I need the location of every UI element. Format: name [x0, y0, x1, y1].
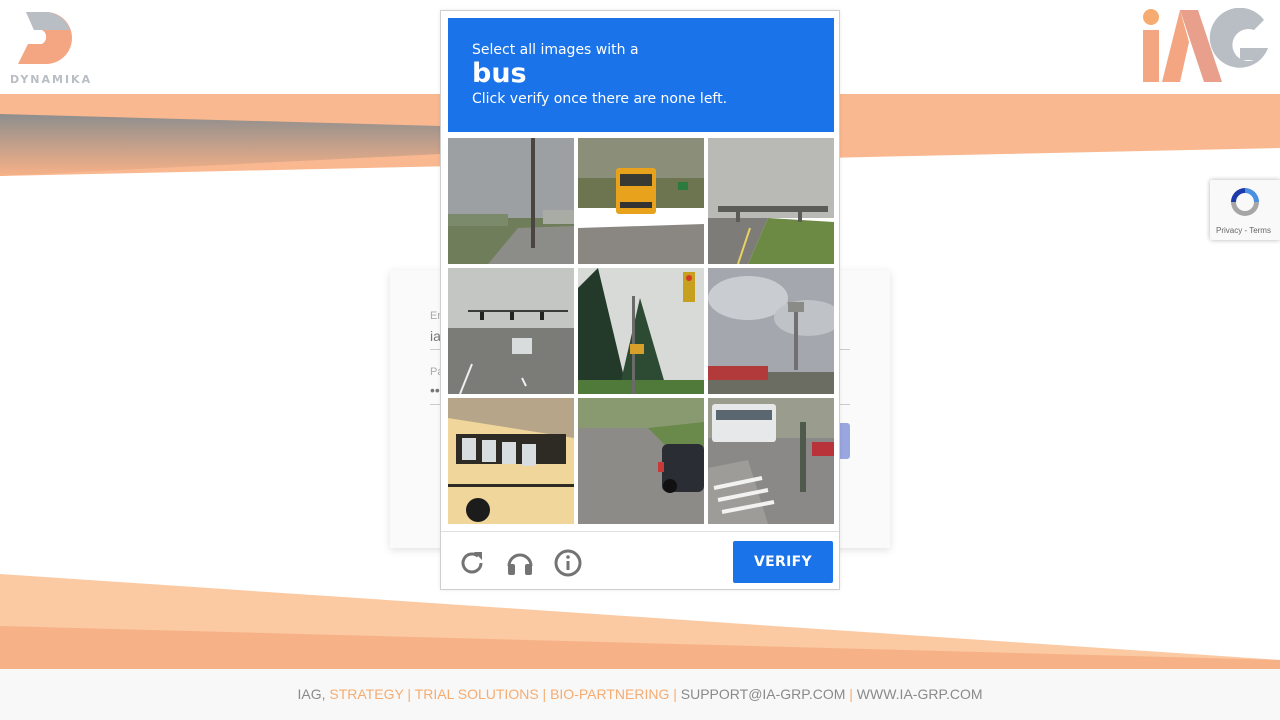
reload-icon[interactable] [457, 548, 487, 578]
captcha-tile-9[interactable] [708, 398, 834, 524]
captcha-tile-4[interactable] [448, 268, 574, 394]
pine-trees-signal-image [578, 268, 704, 394]
captcha-tile-7[interactable] [448, 398, 574, 524]
recaptcha-logo-icon [1231, 188, 1259, 216]
footer-company: IAG, [297, 686, 330, 702]
dynamika-logo-icon [18, 12, 72, 64]
captcha-tile-3[interactable] [708, 138, 834, 264]
gas-station-image [708, 268, 834, 394]
footer-website[interactable]: WWW.IA-GRP.COM [853, 686, 983, 702]
instruction-line2: Click verify once there are none left. [472, 91, 728, 107]
captcha-tile-2[interactable] [578, 138, 704, 264]
instruction-line1: Select all images with a [472, 42, 639, 58]
iag-logo-icon [1143, 7, 1268, 82]
school-bus-side-image [448, 398, 574, 524]
captcha-tile-6[interactable] [708, 268, 834, 394]
info-icon[interactable] [553, 548, 583, 578]
captcha-controls: VERIFY [441, 531, 839, 590]
dynamika-logo[interactable]: DYNAMIKA [8, 10, 90, 86]
captcha-tile-5[interactable] [578, 268, 704, 394]
road-pole-image [448, 138, 574, 264]
captcha-instructions: Select all images with a bus Click verif… [448, 18, 834, 132]
street-car-image [578, 398, 704, 524]
privacy-terms-link[interactable]: Privacy - Terms [1216, 226, 1271, 235]
dynamika-brand-text: DYNAMIKA [10, 73, 93, 86]
recaptcha-badge[interactable]: Privacy - Terms [1210, 180, 1280, 240]
audio-challenge-icon[interactable] [505, 548, 535, 578]
verify-button[interactable]: VERIFY [733, 541, 833, 583]
captcha-tile-1[interactable] [448, 138, 574, 264]
site-footer: IAG, STRATEGY | TRIAL SOLUTIONS | BIO-PA… [0, 669, 1280, 720]
recaptcha-challenge: Select all images with a bus Click verif… [440, 10, 840, 590]
iag-logo[interactable] [1140, 7, 1270, 84]
password-field[interactable]: •• [430, 382, 440, 398]
highway-overpass-image [708, 138, 834, 264]
footer-email[interactable]: SUPPORT@IA-GRP.COM [677, 686, 849, 702]
school-bus-rear-image [578, 138, 704, 264]
footer-services[interactable]: STRATEGY | TRIAL SOLUTIONS | BIO-PARTNER… [329, 686, 677, 702]
captcha-tile-8[interactable] [578, 398, 704, 524]
target-object: bus [472, 58, 527, 89]
crosswalk-bus-image [708, 398, 834, 524]
intersection-image [448, 268, 574, 394]
